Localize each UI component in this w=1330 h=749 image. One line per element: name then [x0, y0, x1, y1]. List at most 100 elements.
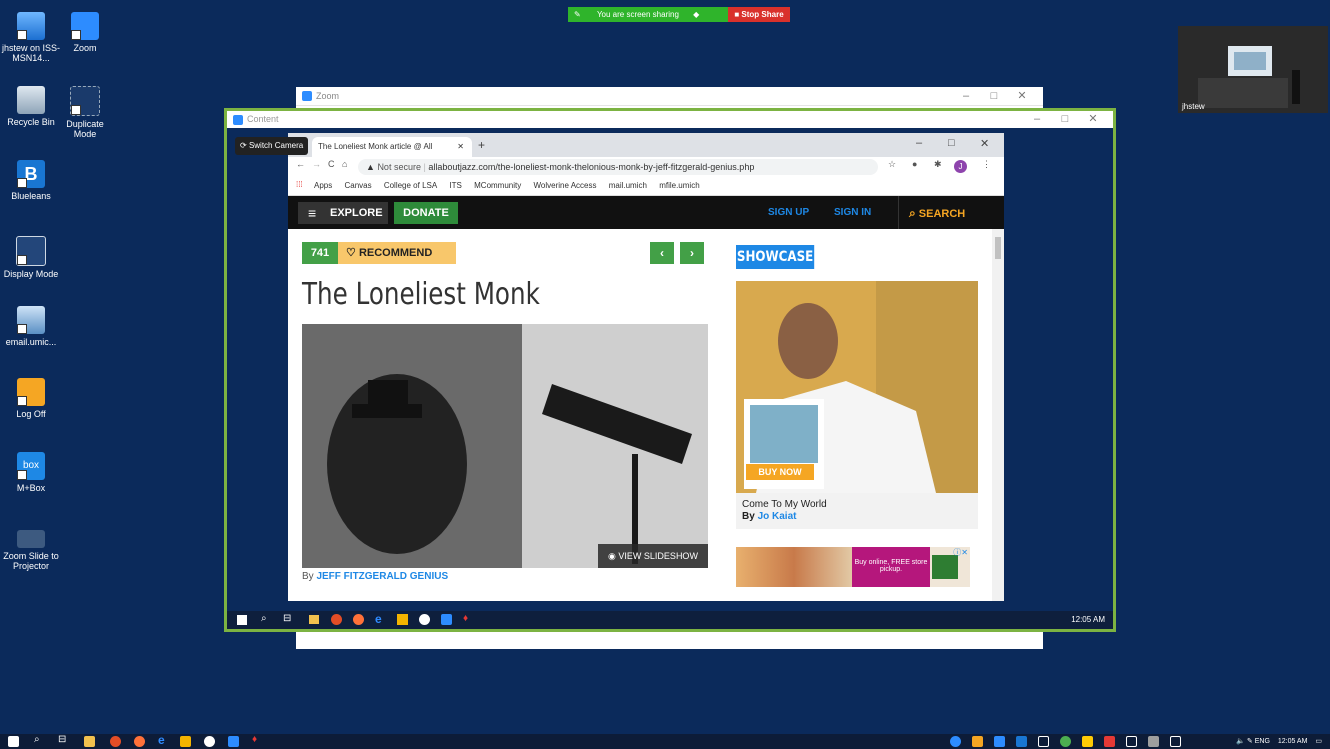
- address-bar[interactable]: ▲ Not secure | allaboutjazz.com/the-lone…: [358, 159, 878, 175]
- app-icon[interactable]: [419, 614, 430, 625]
- minimize-button[interactable]: –: [1023, 111, 1051, 128]
- content-titlebar[interactable]: Content – □ ✕: [227, 111, 1113, 128]
- apps-grid-icon[interactable]: ⁞⁞⁞: [296, 180, 303, 189]
- tab-close-icon[interactable]: ✕: [457, 137, 464, 157]
- bookmark-college-of-lsa[interactable]: College of LSA: [384, 181, 437, 190]
- search-icon[interactable]: ⌕: [34, 734, 45, 745]
- view-slideshow-button[interactable]: ◉ VIEW SLIDESHOW: [598, 544, 708, 568]
- extensions-puzzle-icon[interactable]: ✱: [934, 159, 942, 170]
- sign-up-link[interactable]: SIGN UP: [768, 196, 809, 230]
- search-button[interactable]: ⌕ SEARCH: [898, 196, 965, 230]
- start-icon[interactable]: [237, 615, 247, 625]
- tray-globe-icon[interactable]: [1060, 736, 1071, 747]
- chrome-icon[interactable]: [110, 736, 121, 747]
- forward-icon[interactable]: →: [312, 159, 321, 169]
- zoom-taskbar-icon[interactable]: [441, 614, 452, 625]
- start-icon[interactable]: [8, 736, 19, 747]
- photos-icon[interactable]: [180, 736, 191, 747]
- tray-battery-icon[interactable]: [1126, 736, 1137, 747]
- scrollbar-thumb[interactable]: [995, 237, 1001, 259]
- pen-icon[interactable]: ✎: [1247, 738, 1253, 745]
- home-icon[interactable]: ⌂: [342, 159, 347, 169]
- bookmark-its[interactable]: ITS: [449, 181, 461, 190]
- minimize-button[interactable]: –: [916, 137, 922, 149]
- content-window[interactable]: Content – □ ✕ ⟳ Switch Camera The Loneli…: [224, 108, 1116, 632]
- tray-shield-icon[interactable]: [1104, 736, 1115, 747]
- tray-network-icon[interactable]: [1170, 736, 1181, 747]
- bookmark-mail-umich[interactable]: mail.umich: [609, 181, 647, 190]
- donate-button[interactable]: DONATE: [394, 202, 458, 224]
- browser-tab[interactable]: The Loneliest Monk article @ All ✕: [312, 137, 472, 157]
- menu-kebab-icon[interactable]: ⋮: [982, 159, 991, 170]
- bookmark-apps[interactable]: Apps: [314, 181, 332, 190]
- maximize-button[interactable]: □: [948, 137, 955, 149]
- bookmark-wolverine-access[interactable]: Wolverine Access: [533, 181, 596, 190]
- sign-in-link[interactable]: SIGN IN: [834, 196, 871, 230]
- desktop-icon-duplicate-mode[interactable]: Duplicate Mode: [54, 86, 116, 139]
- task-view-icon[interactable]: ⊟: [58, 734, 69, 745]
- ad-close-icon[interactable]: ⓘ✕: [953, 547, 968, 558]
- profile-avatar[interactable]: J: [954, 160, 967, 173]
- firefox-icon[interactable]: [353, 614, 364, 625]
- maximize-button[interactable]: □: [1051, 111, 1079, 128]
- switch-camera-button[interactable]: ⟳ Switch Camera: [235, 137, 309, 155]
- desktop-icon-log-off[interactable]: Log Off: [0, 378, 62, 419]
- showcase-image[interactable]: BUY NOW: [736, 281, 978, 493]
- task-view-icon[interactable]: ⊟: [283, 613, 291, 624]
- tray-display-icon[interactable]: [1038, 736, 1049, 747]
- close-button[interactable]: ✕: [1079, 111, 1107, 128]
- bookmark-star-icon[interactable]: ☆: [888, 159, 896, 170]
- showcase-author-link[interactable]: Jo Kaiat: [758, 511, 797, 522]
- reload-icon[interactable]: C: [328, 159, 335, 169]
- search-icon[interactable]: ⌕: [261, 613, 267, 624]
- byline-author-link[interactable]: JEFF FITZGERALD GENIUS: [316, 571, 448, 582]
- tray-usb-icon[interactable]: [1148, 736, 1159, 747]
- tray-bluejeans-icon[interactable]: [1016, 736, 1027, 747]
- page-scrollbar[interactable]: [992, 229, 1004, 601]
- next-article-button[interactable]: ›: [680, 242, 704, 264]
- bookmark-mcommunity[interactable]: MCommunity: [474, 181, 521, 190]
- buy-now-button[interactable]: BUY NOW: [746, 464, 814, 480]
- advertisement[interactable]: Buy online, FREE store pickup. ⓘ✕: [736, 547, 970, 587]
- showcase-caption[interactable]: Come To My World By Jo Kaiat: [736, 493, 978, 529]
- close-button[interactable]: ✕: [980, 137, 989, 150]
- file-explorer-icon[interactable]: [309, 615, 319, 624]
- stop-share-button[interactable]: ■ Stop Share: [728, 7, 790, 22]
- explore-button[interactable]: ≡ EXPLORE: [298, 202, 388, 224]
- close-button[interactable]: ✕: [1008, 87, 1036, 105]
- edge-icon[interactable]: e: [375, 612, 382, 626]
- volume-icon[interactable]: 🔈: [1236, 738, 1245, 745]
- desktop-icon-display-mode[interactable]: Display Mode: [0, 236, 62, 279]
- tray-p-icon[interactable]: [972, 736, 983, 747]
- maximize-button[interactable]: □: [980, 87, 1008, 105]
- desktop-icon-zoom-slide[interactable]: Zoom Slide to Projector: [0, 530, 62, 571]
- recommend-button[interactable]: ♡ RECOMMEND: [338, 242, 456, 264]
- prev-article-button[interactable]: ‹: [650, 242, 674, 264]
- tray-m-icon[interactable]: [1082, 736, 1093, 747]
- desktop-icon-email[interactable]: email.umic...: [0, 306, 62, 347]
- app-drop-icon[interactable]: ♦: [252, 734, 263, 745]
- desktop-icon-bluejeans[interactable]: B Blueleans: [0, 160, 62, 201]
- file-explorer-icon[interactable]: [84, 736, 95, 747]
- language-indicator[interactable]: ENG: [1255, 738, 1270, 745]
- bookmark-mfile-umich[interactable]: mfile.umich: [659, 181, 699, 190]
- desktop-icon-recycle-bin[interactable]: Recycle Bin: [0, 86, 62, 127]
- photos-icon[interactable]: [397, 614, 408, 625]
- firefox-icon[interactable]: [134, 736, 145, 747]
- browser-window[interactable]: The Loneliest Monk article @ All ✕ + – □…: [288, 133, 1004, 601]
- desktop-icon-computer[interactable]: jhstew on ISS-MSN14...: [0, 12, 62, 63]
- new-tab-icon[interactable]: +: [478, 138, 485, 152]
- bookmark-canvas[interactable]: Canvas: [344, 181, 371, 190]
- notification-icon[interactable]: ▭: [1315, 738, 1322, 745]
- chrome-icon[interactable]: [331, 614, 342, 625]
- taskbar-clock[interactable]: 12:05 AM: [1278, 738, 1308, 745]
- back-icon[interactable]: ←: [296, 159, 305, 169]
- article-photo[interactable]: ◉ VIEW SLIDESHOW: [302, 324, 708, 568]
- tray-chat-icon[interactable]: [994, 736, 1005, 747]
- minimize-button[interactable]: –: [952, 87, 980, 105]
- app-icon[interactable]: [204, 736, 215, 747]
- app-drop-icon[interactable]: ♦: [463, 613, 468, 624]
- edge-icon[interactable]: e: [158, 733, 169, 747]
- zoom-titlebar[interactable]: Zoom – □ ✕: [296, 87, 1043, 106]
- tray-zoom-icon[interactable]: [950, 736, 961, 747]
